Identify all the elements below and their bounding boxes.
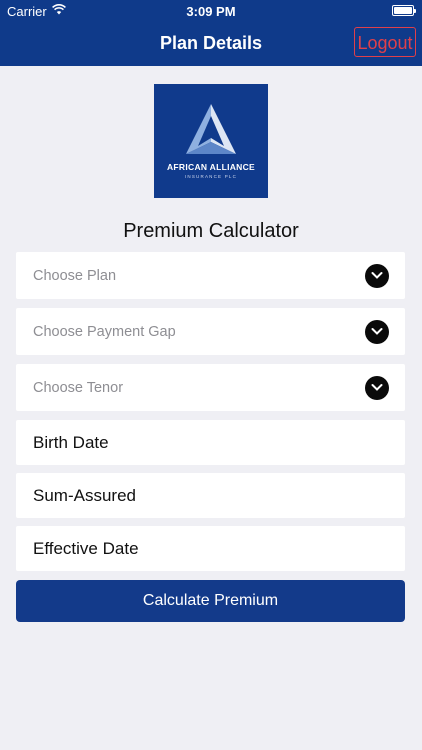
- calculate-premium-button[interactable]: Calculate Premium: [16, 580, 405, 622]
- chevron-down-icon[interactable]: [365, 263, 389, 288]
- sum-assured-field[interactable]: Sum-Assured: [16, 473, 405, 518]
- logo-mark-icon: [186, 104, 236, 154]
- battery-icon: [392, 5, 416, 16]
- birth-date-label: Birth Date: [33, 432, 109, 452]
- section-title: Premium Calculator: [123, 220, 299, 242]
- logout-button[interactable]: Logout: [354, 27, 416, 57]
- logo-company-subtitle: INSURANCE PLC: [184, 174, 238, 179]
- plan-dropdown[interactable]: Choose Plan: [16, 252, 405, 299]
- company-logo: AFRICAN ALLIANCE INSURANCE PLC: [154, 84, 268, 198]
- plan-dropdown-placeholder: Choose Plan: [33, 267, 117, 284]
- tenor-dropdown[interactable]: Choose Tenor: [16, 364, 405, 411]
- payment-gap-dropdown-placeholder: Choose Payment Gap: [33, 323, 176, 340]
- navigation-bar: Carrier 3:09 PM Plan Details Logout: [0, 0, 422, 66]
- status-time: 3:09 PM: [186, 4, 236, 19]
- logo-company-name: AFRICAN ALLIANCE: [166, 162, 256, 172]
- sum-assured-label: Sum-Assured: [33, 485, 136, 505]
- effective-date-label: Effective Date: [33, 538, 139, 558]
- status-bar: Carrier 3:09 PM: [0, 0, 422, 22]
- chevron-down-icon[interactable]: [365, 319, 389, 344]
- birth-date-field[interactable]: Birth Date: [16, 420, 405, 465]
- chevron-down-icon[interactable]: [365, 375, 389, 400]
- payment-gap-dropdown[interactable]: Choose Payment Gap: [16, 308, 405, 355]
- tenor-dropdown-placeholder: Choose Tenor: [33, 379, 124, 396]
- effective-date-field[interactable]: Effective Date: [16, 526, 405, 571]
